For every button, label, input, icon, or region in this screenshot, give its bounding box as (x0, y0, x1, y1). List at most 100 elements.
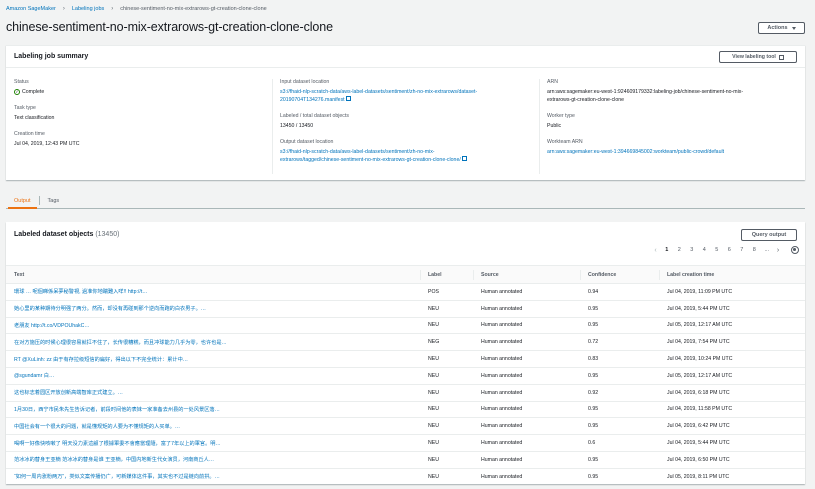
workteam-arn-field: Workteam ARN arn:aws:sagemaker:eu-west-1… (547, 139, 797, 156)
page-3[interactable]: 3 (686, 247, 699, 253)
row-text-link[interactable]: RT @XuLinh: zz 由于有存拉级短信的扁好，得出以下不完全统计：累计中… (6, 350, 420, 368)
dataset-table: Text Label Source Confidence Label creat… (6, 265, 805, 484)
input-location-line-2-text: 20190704T134276.manifest (280, 97, 345, 103)
breadcrumb-current: chinese-sentiment-no-mix-extrarows-gt-cr… (120, 6, 267, 12)
workteam-arn-link[interactable]: arn:aws:sagemaker:eu-west-1:394669845002… (547, 148, 797, 156)
check-circle-icon: ✓ (14, 89, 20, 95)
status-value: ✓ Complete (14, 88, 264, 96)
table-header-row: Text Label Source Confidence Label creat… (6, 265, 805, 284)
page-6[interactable]: 6 (723, 247, 736, 253)
view-labeling-tool-button[interactable]: View labeling tool (719, 51, 797, 63)
chevron-right-icon[interactable]: › (773, 247, 783, 254)
column-header-source[interactable]: Source (473, 265, 580, 284)
column-header-creation-time[interactable]: Label creation time (659, 265, 805, 284)
page-1[interactable]: 1 (661, 247, 674, 253)
row-text-link[interactable]: 范冰冰的替身王亚楠 范冰冰的替身是谁 王亚楠，中国内地新生代女演员，河南商丘人… (6, 451, 420, 469)
row-confidence: 0.94 (580, 283, 659, 301)
worker-type-label: Worker type (547, 113, 575, 119)
row-creation-time: Jul 05, 2019, 8:11 PM UTC (659, 468, 805, 484)
row-creation-time: Jul 05, 2019, 12:17 AM UTC (659, 317, 805, 335)
output-location-link[interactable]: s3://fhaid-nlp-scratch-data/aws-label-da… (280, 148, 530, 164)
tab-tags[interactable]: Tags (40, 193, 68, 208)
row-confidence: 0.95 (580, 451, 659, 469)
row-label: NEG (420, 333, 473, 352)
input-location-link[interactable]: s3://fhaid-nlp-scratch-data/aws-label-da… (280, 88, 530, 104)
table-row: 在对方施压的时候心理很容易就扛不住了，长传很糟糕，而且冲球能力几乎为零，也许也是… (6, 333, 805, 352)
output-location-label: Output dataset location (280, 139, 334, 145)
column-header-label[interactable]: Label (420, 265, 473, 284)
page-5[interactable]: 5 (711, 247, 724, 253)
row-creation-time: Jul 04, 2019, 6:50 PM UTC (659, 451, 805, 469)
row-confidence: 0.95 (580, 300, 659, 318)
row-label: NEU (420, 350, 473, 368)
row-label: NEU (420, 317, 473, 335)
chevron-left-icon[interactable]: ‹ (651, 247, 661, 254)
row-confidence: 0.95 (580, 468, 659, 484)
summary-column-2: Input dataset location s3://fhaid-nlp-sc… (280, 79, 530, 173)
row-creation-time: Jul 04, 2019, 11:58 PM UTC (659, 401, 805, 419)
column-header-text[interactable]: Text (6, 265, 420, 284)
row-label: POS (420, 283, 473, 301)
row-label: NEU (420, 384, 473, 402)
row-confidence: 0.6 (580, 434, 659, 452)
row-creation-time: Jul 05, 2019, 12:17 AM UTC (659, 367, 805, 385)
page-4[interactable]: 4 (698, 247, 711, 253)
row-text-link[interactable]: 老朋友 http://t.co/VDPOUhakC… (6, 317, 420, 335)
external-link-icon (346, 96, 352, 101)
gear-icon[interactable] (791, 246, 799, 254)
arn-label: ARN (547, 79, 558, 85)
query-output-button[interactable]: Query output (741, 229, 797, 241)
output-location-line-1: s3://fhaid-nlp-scratch-data/aws-label-da… (280, 149, 435, 155)
chevron-right-icon: › (111, 6, 114, 12)
arn-line-1: arn:aws:sagemaker:eu-west-1:924609179332… (547, 89, 744, 95)
breadcrumb-labeling-jobs[interactable]: Labeling jobs (72, 6, 104, 12)
row-text-link[interactable]: 1月30日，西宁市民朱先生告诉记者，前段时间他的表妹一家准备去州县的一处风景区落… (6, 401, 420, 419)
labeled-dataset-panel: Labeled dataset objects (13450) Query ou… (6, 222, 805, 484)
page-7[interactable]: 7 (736, 247, 749, 253)
external-link-icon (462, 156, 468, 161)
summary-title: Labeling job summary (14, 53, 89, 60)
row-text-link[interactable]: 在对方施压的时候心理很容易就扛不住了，长传很糟糕，而且冲球能力几乎为零，也许也是… (6, 333, 420, 352)
row-label: NEU (420, 468, 473, 484)
labeled-objects-value: 13450 / 13450 (280, 123, 314, 129)
tab-output[interactable]: Output (6, 193, 39, 209)
page-title: chinese-sentiment-no-mix-extrarows-gt-cr… (6, 20, 333, 34)
view-labeling-tool-label: View labeling tool (732, 54, 776, 60)
input-location-line-2: 20190704T134276.manifest (280, 96, 530, 104)
table-row: 中国社会有一个很大的问题，就是懂规矩的人要为不懂规矩的人买单。… NEU Human… (6, 417, 805, 436)
row-confidence: 0.95 (580, 417, 659, 436)
input-location-label: Input dataset location (280, 79, 330, 85)
row-text-link[interactable]: @sgundamr 白… (6, 367, 420, 385)
row-source: Human annotated (473, 333, 580, 352)
caret-down-icon (791, 26, 796, 30)
page-8[interactable]: 8 (748, 247, 761, 253)
actions-button[interactable]: Actions (758, 22, 805, 34)
arn-field: ARN arn:aws:sagemaker:eu-west-1:92460917… (547, 79, 797, 104)
row-confidence: 0.95 (580, 401, 659, 419)
row-text-link[interactable]: 这也标志着园区开放创新高端智库正式建立。… (6, 384, 420, 402)
column-header-confidence[interactable]: Confidence (580, 265, 659, 284)
row-creation-time: Jul 04, 2019, 5:44 PM UTC (659, 434, 805, 452)
output-location-line-2-text: extrarows/tagged/chinese-sentiment-no-mi… (280, 157, 461, 163)
page-2[interactable]: 2 (673, 247, 686, 253)
dataset-title: Labeled dataset objects (13450) (14, 231, 119, 238)
labeling-job-summary-panel: Labeling job summary View labeling tool … (6, 45, 805, 180)
row-source: Human annotated (473, 468, 580, 484)
breadcrumb-sagemaker[interactable]: Amazon SageMaker (6, 6, 56, 12)
row-text-link[interactable]: 環球 … 呢個睇係呆夢秘警視, 過准你地踹難入咩!! http://t… (6, 283, 420, 301)
header-divider (473, 270, 474, 280)
row-text-link[interactable]: 喝啊一好像快咳嗽了 明天没力素這顧了根據軍委不會應當理隨，富了7年以上的軍官。明… (6, 434, 420, 452)
row-label: NEU (420, 401, 473, 419)
row-source: Human annotated (473, 401, 580, 419)
row-text-link[interactable]: 中国社会有一个很大的问题，就是懂规矩的人要为不懂规矩的人买单。… (6, 417, 420, 436)
row-confidence: 0.95 (580, 317, 659, 335)
row-source: Human annotated (473, 434, 580, 452)
row-source: Human annotated (473, 300, 580, 318)
table-row: 環球 … 呢個睇係呆夢秘警視, 過准你地踹難入咩!! http://t… POS H… (6, 283, 805, 301)
row-text-link[interactable]: 她心里的某种期待分明强了两分。然而，却没有再碰到那个逆向而跑的白衣男子。… (6, 300, 420, 318)
status-text: Complete (22, 89, 45, 95)
row-text-link[interactable]: “如何一周内涨粉两万”，类似文案传播仍广，可新媒体这件事，其实也不过是链向前拱。… (6, 468, 420, 484)
row-confidence: 0.95 (580, 367, 659, 385)
column-header-label-label: Label (428, 271, 442, 278)
task-type-field: Task type Text classification (14, 105, 264, 122)
